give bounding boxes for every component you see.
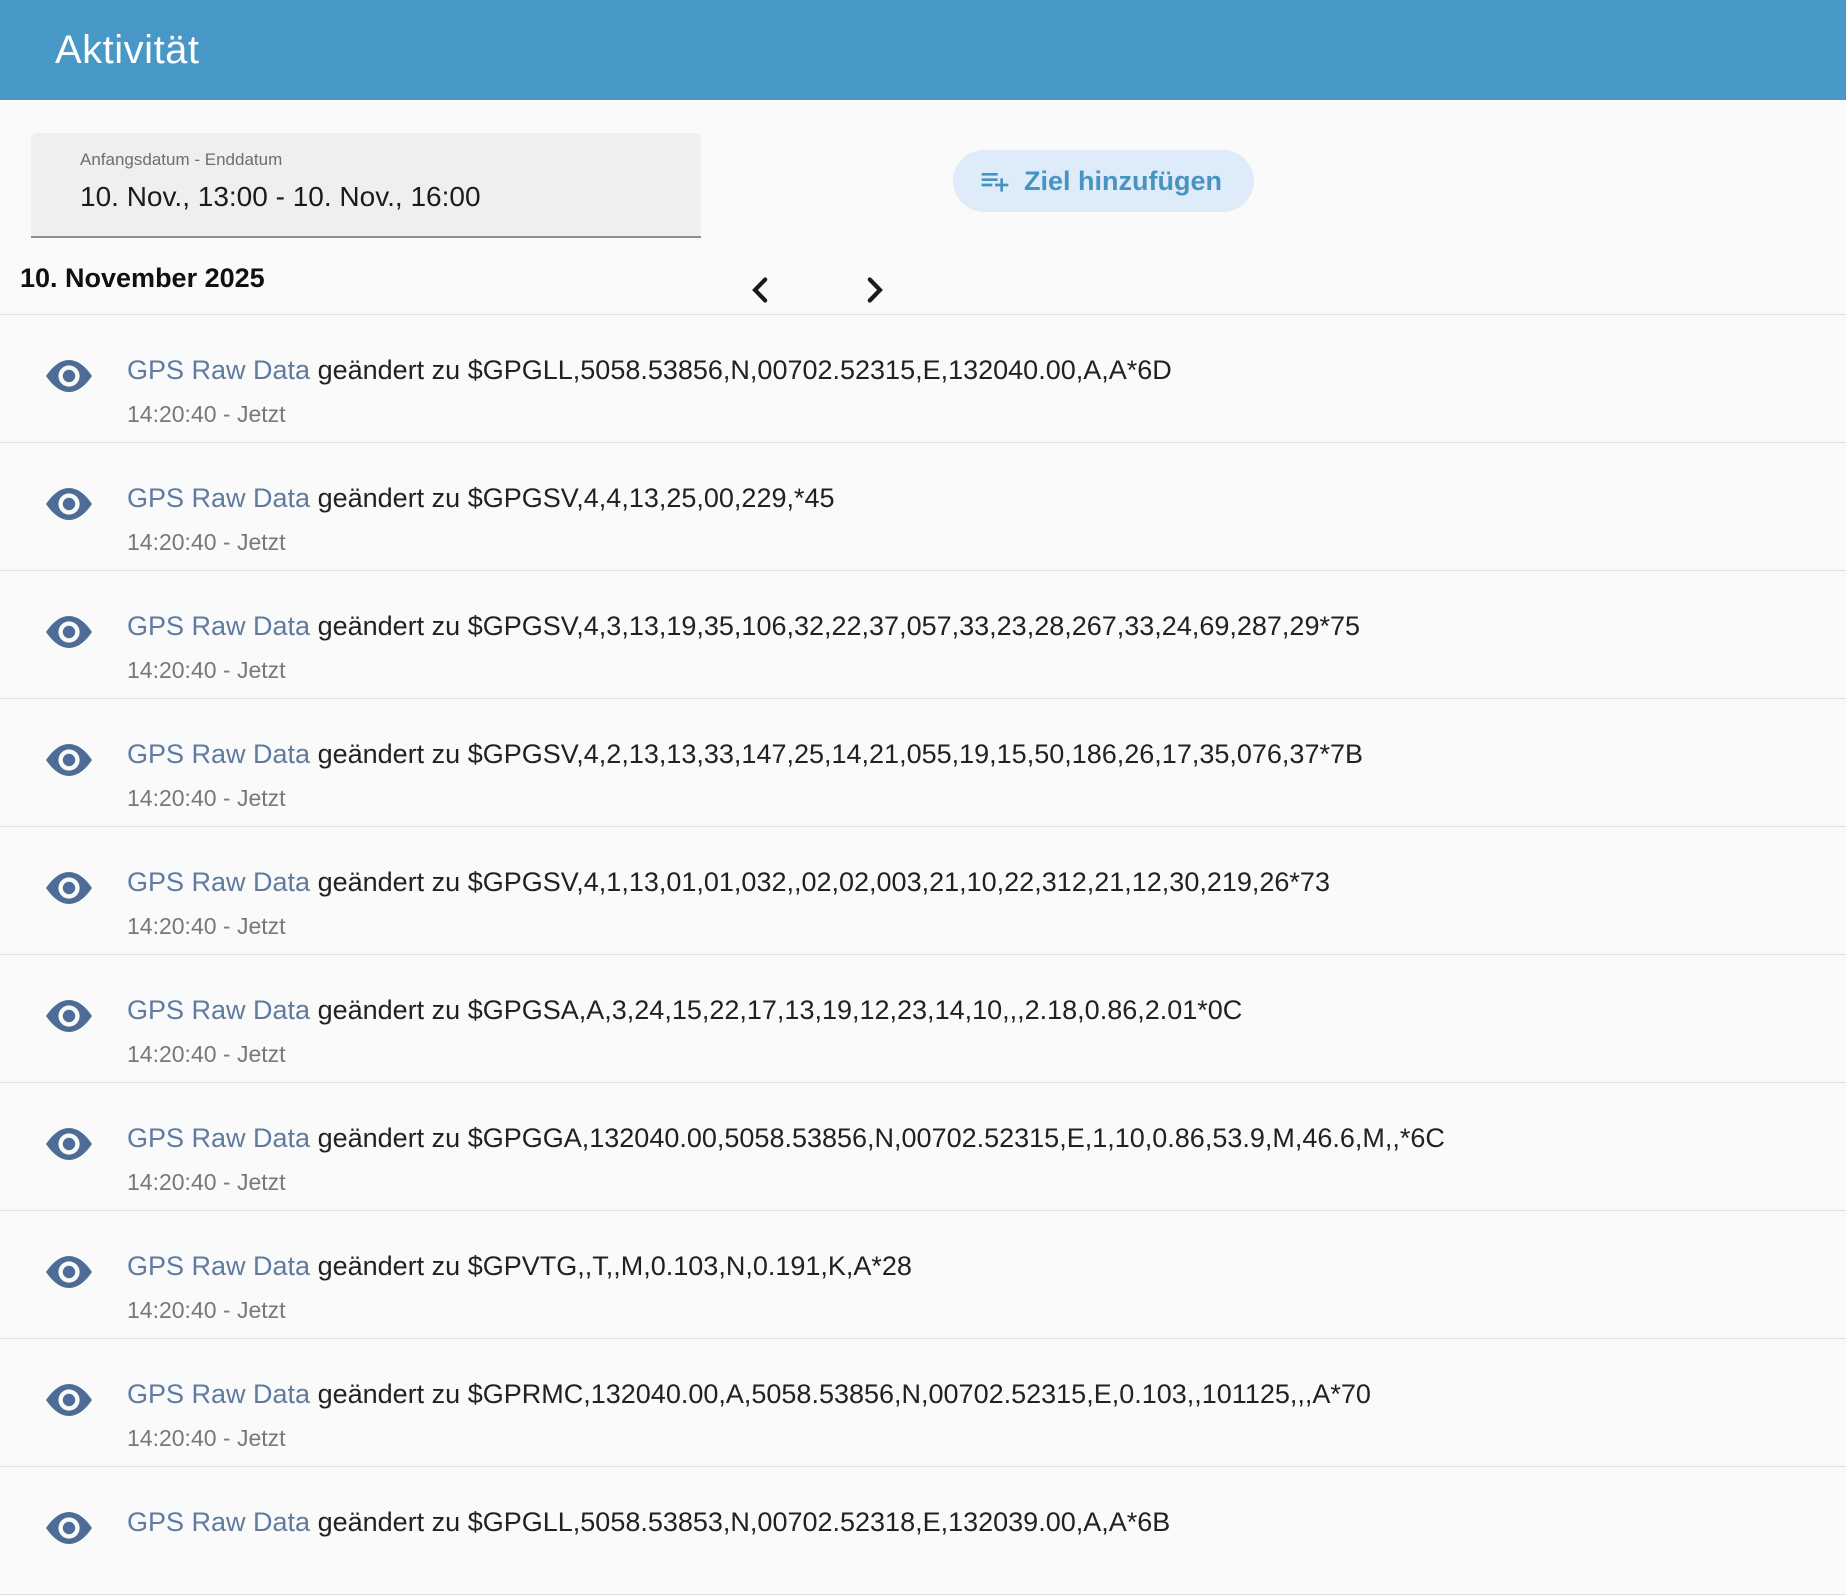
item-timestamp: 14:20:40 - Jetzt — [127, 1297, 1846, 1324]
activity-row-text: GPS Raw Data geändert zu $GPGSV,4,4,13,2… — [127, 483, 1846, 556]
activity-row: GPS Raw Data geändert zu $GPGLL,5058.538… — [0, 315, 1846, 443]
activity-row-main: GPS Raw Data geändert zu $GPGLL,5058.538… — [127, 355, 1846, 386]
activity-row: GPS Raw Data geändert zu $GPGSV,4,1,13,0… — [0, 827, 1846, 955]
item-action-text: geändert zu — [318, 355, 461, 385]
item-action-text: geändert zu — [318, 1251, 461, 1281]
toolbar: Anfangsdatum - Enddatum 10. Nov., 13:00 … — [0, 100, 1846, 248]
item-value-text: $GPGSV,4,3,13,19,35,106,32,22,37,057,33,… — [468, 611, 1360, 641]
activity-row-main: GPS Raw Data geändert zu $GPVTG,,T,,M,0.… — [127, 1251, 1846, 1282]
activity-list: GPS Raw Data geändert zu $GPGLL,5058.538… — [0, 314, 1846, 1595]
item-source-link[interactable]: GPS Raw Data — [127, 1507, 310, 1537]
page-title: Aktivität — [55, 28, 200, 73]
item-timestamp: 14:20:40 - Jetzt — [127, 529, 1846, 556]
item-value-text: $GPVTG,,T,,M,0.103,N,0.191,K,A*28 — [468, 1251, 912, 1281]
item-action-text: geändert zu — [318, 483, 461, 513]
item-action-text: geändert zu — [318, 739, 461, 769]
previous-period-button[interactable] — [737, 266, 785, 314]
next-period-button[interactable] — [850, 266, 898, 314]
activity-row-main: GPS Raw Data geändert zu $GPGSA,A,3,24,1… — [127, 995, 1846, 1026]
activity-row-main: GPS Raw Data geändert zu $GPRMC,132040.0… — [127, 1379, 1846, 1410]
item-timestamp: 14:20:40 - Jetzt — [127, 657, 1846, 684]
item-value-text: $GPGLL,5058.53853,N,00702.52318,E,132039… — [468, 1507, 1171, 1537]
activity-row-main: GPS Raw Data geändert zu $GPGSV,4,2,13,1… — [127, 739, 1846, 770]
eye-visibility-icon — [44, 997, 94, 1035]
add-target-button[interactable]: Ziel hinzufügen — [953, 150, 1254, 212]
add-target-label: Ziel hinzufügen — [1024, 166, 1222, 197]
activity-row-main: GPS Raw Data geändert zu $GPGGA,132040.0… — [127, 1123, 1846, 1154]
activity-row-text: GPS Raw Data geändert zu $GPGLL,5058.538… — [127, 355, 1846, 428]
eye-visibility-icon — [44, 1125, 94, 1163]
item-source-link[interactable]: GPS Raw Data — [127, 1123, 310, 1153]
item-action-text: geändert zu — [318, 1507, 461, 1537]
eye-visibility-icon — [44, 485, 94, 523]
item-source-link[interactable]: GPS Raw Data — [127, 867, 310, 897]
eye-visibility-icon — [44, 357, 94, 395]
eye-visibility-icon — [44, 613, 94, 651]
item-value-text: $GPGGA,132040.00,5058.53856,N,00702.5231… — [468, 1123, 1445, 1153]
activity-row-text: GPS Raw Data geändert zu $GPGGA,132040.0… — [127, 1123, 1846, 1196]
eye-visibility-icon — [44, 741, 94, 779]
item-source-link[interactable]: GPS Raw Data — [127, 611, 310, 641]
activity-row-main: GPS Raw Data geändert zu $GPGSV,4,3,13,1… — [127, 611, 1846, 642]
activity-row: GPS Raw Data geändert zu $GPRMC,132040.0… — [0, 1339, 1846, 1467]
date-range-field[interactable]: Anfangsdatum - Enddatum 10. Nov., 13:00 … — [31, 133, 701, 238]
item-value-text: $GPGSV,4,2,13,13,33,147,25,14,21,055,19,… — [468, 739, 1363, 769]
activity-row-main: GPS Raw Data geändert zu $GPGSV,4,1,13,0… — [127, 867, 1846, 898]
activity-row: GPS Raw Data geändert zu $GPVTG,,T,,M,0.… — [0, 1211, 1846, 1339]
eye-visibility-icon — [44, 1381, 94, 1419]
playlist-add-icon — [979, 165, 1011, 197]
item-timestamp: 14:20:40 - Jetzt — [127, 401, 1846, 428]
activity-row-text: GPS Raw Data geändert zu $GPGSA,A,3,24,1… — [127, 995, 1846, 1068]
item-value-text: $GPGLL,5058.53856,N,00702.52315,E,132040… — [468, 355, 1172, 385]
activity-row-text: GPS Raw Data geändert zu $GPGSV,4,2,13,1… — [127, 739, 1846, 812]
item-action-text: geändert zu — [318, 867, 461, 897]
activity-row-text: GPS Raw Data geändert zu $GPVTG,,T,,M,0.… — [127, 1251, 1846, 1324]
item-source-link[interactable]: GPS Raw Data — [127, 355, 310, 385]
item-timestamp: 14:20:40 - Jetzt — [127, 1425, 1846, 1452]
date-heading: 10. November 2025 — [20, 262, 1846, 295]
activity-row-main: GPS Raw Data geändert zu $GPGLL,5058.538… — [127, 1507, 1846, 1538]
activity-row-text: GPS Raw Data geändert zu $GPGLL,5058.538… — [127, 1507, 1846, 1538]
activity-row: GPS Raw Data geändert zu $GPGLL,5058.538… — [0, 1467, 1846, 1595]
item-timestamp: 14:20:40 - Jetzt — [127, 785, 1846, 812]
item-value-text: $GPRMC,132040.00,A,5058.53856,N,00702.52… — [468, 1379, 1371, 1409]
activity-row: GPS Raw Data geändert zu $GPGSV,4,4,13,2… — [0, 443, 1846, 571]
activity-row-main: GPS Raw Data geändert zu $GPGSV,4,4,13,2… — [127, 483, 1846, 514]
chevron-left-icon — [743, 272, 779, 308]
date-range-label: Anfangsdatum - Enddatum — [80, 150, 701, 170]
activity-row: GPS Raw Data geändert zu $GPGSV,4,2,13,1… — [0, 699, 1846, 827]
item-action-text: geändert zu — [318, 611, 461, 641]
date-range-value: 10. Nov., 13:00 - 10. Nov., 16:00 — [80, 181, 701, 213]
eye-visibility-icon — [44, 1253, 94, 1291]
item-timestamp: 14:20:40 - Jetzt — [127, 913, 1846, 940]
chevron-right-icon — [856, 272, 892, 308]
item-action-text: geändert zu — [318, 1379, 461, 1409]
item-value-text: $GPGSV,4,1,13,01,01,032,,02,02,003,21,10… — [468, 867, 1330, 897]
item-timestamp: 14:20:40 - Jetzt — [127, 1041, 1846, 1068]
item-action-text: geändert zu — [318, 1123, 461, 1153]
activity-row-text: GPS Raw Data geändert zu $GPGSV,4,3,13,1… — [127, 611, 1846, 684]
item-source-link[interactable]: GPS Raw Data — [127, 1251, 310, 1281]
app-header: Aktivität — [0, 0, 1846, 100]
item-value-text: $GPGSV,4,4,13,25,00,229,*45 — [468, 483, 835, 513]
eye-visibility-icon — [44, 1509, 94, 1547]
item-source-link[interactable]: GPS Raw Data — [127, 1379, 310, 1409]
item-value-text: $GPGSA,A,3,24,15,22,17,13,19,12,23,14,10… — [468, 995, 1243, 1025]
activity-row: GPS Raw Data geändert zu $GPGSA,A,3,24,1… — [0, 955, 1846, 1083]
item-timestamp: 14:20:40 - Jetzt — [127, 1169, 1846, 1196]
activity-row-text: GPS Raw Data geändert zu $GPGSV,4,1,13,0… — [127, 867, 1846, 940]
activity-row-text: GPS Raw Data geändert zu $GPRMC,132040.0… — [127, 1379, 1846, 1452]
item-action-text: geändert zu — [318, 995, 461, 1025]
activity-row: GPS Raw Data geändert zu $GPGGA,132040.0… — [0, 1083, 1846, 1211]
eye-visibility-icon — [44, 869, 94, 907]
item-source-link[interactable]: GPS Raw Data — [127, 739, 310, 769]
item-source-link[interactable]: GPS Raw Data — [127, 483, 310, 513]
activity-row: GPS Raw Data geändert zu $GPGSV,4,3,13,1… — [0, 571, 1846, 699]
item-source-link[interactable]: GPS Raw Data — [127, 995, 310, 1025]
